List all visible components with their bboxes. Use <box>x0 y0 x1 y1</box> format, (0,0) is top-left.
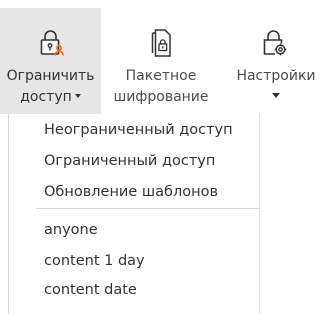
menu-item-unrestricted-access[interactable]: Неограниченный доступ <box>44 120 233 140</box>
restrict-access-button[interactable]: Ограничить доступ <box>0 8 101 114</box>
ribbon-toolbar: Ограничить доступ Пакетное шифрование На… <box>0 0 335 114</box>
template-item-content-date[interactable]: content date <box>44 280 137 300</box>
restrict-access-label-1: Ограничить <box>6 68 95 84</box>
menu-item-update-templates[interactable]: Обновление шаблонов <box>44 182 218 202</box>
restrict-access-label-2: доступ <box>20 89 72 105</box>
batch-encryption-label-1: Пакетное <box>125 68 197 84</box>
chevron-down-icon <box>272 93 280 98</box>
chevron-down-icon <box>74 94 81 98</box>
batch-encryption-button[interactable]: Пакетное шифрование <box>112 8 210 114</box>
settings-label: Настройки <box>236 68 316 84</box>
documents-lock-icon <box>151 29 171 57</box>
settings-button[interactable]: Настройки <box>226 8 326 114</box>
menu-item-restricted-access[interactable]: Ограниченный доступ <box>44 151 215 171</box>
template-item-content-1-day[interactable]: content 1 day <box>44 251 145 271</box>
lock-gear-icon <box>263 30 287 56</box>
menu-separator <box>36 208 260 209</box>
lock-user-icon <box>40 30 64 56</box>
template-item-anyone[interactable]: anyone <box>44 220 98 240</box>
batch-encryption-label-2: шифрование <box>113 89 209 105</box>
